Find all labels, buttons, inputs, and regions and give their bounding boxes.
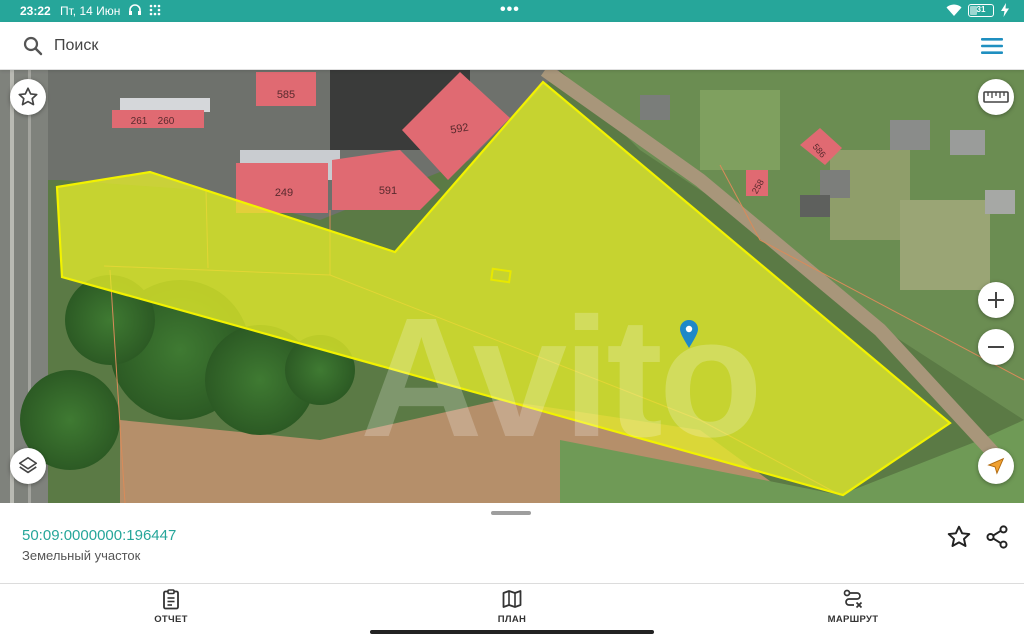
ruler-icon: [983, 91, 1009, 103]
charging-icon: [1001, 3, 1009, 17]
parcel-label: 261: [131, 116, 148, 127]
status-time: 23:22: [20, 4, 51, 18]
battery-level: 31: [976, 4, 986, 14]
drag-handle[interactable]: [491, 511, 531, 515]
status-date: Пт, 14 Июн: [60, 4, 121, 18]
parcel-label: 591: [379, 185, 397, 197]
star-outline-icon: [18, 87, 38, 106]
my-location-button[interactable]: [978, 448, 1014, 484]
zoom-in-button[interactable]: [978, 282, 1014, 318]
nav-plan[interactable]: ПЛАН: [452, 588, 572, 628]
parcel-info-panel: 50:09:0000000:196447 Земельный участок: [0, 503, 1024, 583]
notification-icons: [128, 3, 162, 17]
route-icon: [843, 589, 863, 609]
cadastral-number[interactable]: 50:09:0000000:196447: [22, 527, 176, 544]
nav-route-label: МАРШРУТ: [827, 614, 879, 625]
clipboard-icon: [163, 589, 179, 610]
share-icon[interactable]: [984, 524, 1010, 550]
parcel-label: 249: [275, 187, 293, 199]
headphones-icon: [129, 4, 141, 15]
nav-plan-label: ПЛАН: [497, 614, 527, 625]
search-icon[interactable]: [22, 35, 44, 57]
status-bar: 23:22 Пт, 14 Июн ••• 31: [0, 0, 1024, 22]
home-indicator[interactable]: [370, 630, 654, 634]
favorite-map-button[interactable]: [10, 79, 46, 115]
battery-icon: 31: [968, 3, 994, 17]
plus-icon: [988, 292, 1004, 308]
parcel-label: 585: [277, 89, 295, 101]
navigation-arrow-icon: [987, 457, 1005, 475]
ruler-button[interactable]: [978, 79, 1014, 115]
hamburger-menu-icon[interactable]: [980, 35, 1004, 57]
nav-report[interactable]: ОТЧЕТ: [111, 588, 231, 628]
nav-route[interactable]: МАРШРУТ: [793, 588, 913, 628]
minus-icon: [988, 346, 1004, 348]
map-canvas[interactable]: 585 261 260 592 249 591 258 586: [0, 70, 1024, 503]
system-icons: 31: [946, 3, 1010, 17]
nav-report-label: ОТЧЕТ: [154, 614, 188, 625]
zoom-out-button[interactable]: [978, 329, 1014, 365]
layers-button[interactable]: [10, 448, 46, 484]
search-input[interactable]: [54, 34, 934, 58]
favorite-star-icon[interactable]: [946, 524, 972, 550]
object-type: Земельный участок: [22, 548, 141, 563]
wifi-icon: [946, 4, 962, 16]
multitask-dots-icon[interactable]: •••: [500, 1, 520, 19]
layers-icon: [18, 456, 38, 474]
satellite-map[interactable]: 585 261 260 592 249 591 258 586 Avito: [0, 70, 1024, 503]
parcel-label: 260: [158, 116, 175, 127]
map-icon: [502, 590, 522, 608]
grid-dots-icon: [149, 4, 161, 16]
search-bar: [0, 22, 1024, 70]
app-screen: 23:22 Пт, 14 Июн ••• 31 Поиск 585 261 26…: [0, 0, 1024, 640]
